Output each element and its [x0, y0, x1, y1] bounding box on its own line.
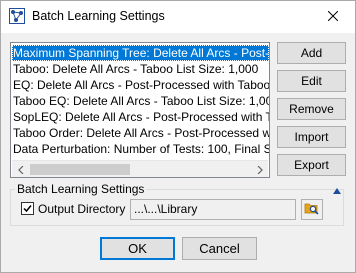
cancel-button[interactable]: Cancel	[182, 237, 257, 260]
scroll-right-button[interactable]	[251, 161, 268, 177]
app-network-icon	[9, 8, 25, 24]
folder-search-icon	[304, 201, 320, 218]
export-button[interactable]: Export	[277, 154, 346, 176]
triangle-up-icon[interactable]	[332, 184, 342, 194]
list-item[interactable]: SopLEQ: Delete All Arcs - Post-Processed…	[12, 109, 269, 125]
window-title: Batch Learning Settings	[32, 9, 165, 23]
scroll-thumb[interactable]	[30, 164, 130, 175]
list-item[interactable]: EQ: Delete All Arcs - Post-Processed wit…	[12, 77, 269, 93]
dialog-window: Batch Learning Settings Maximum Spanning…	[0, 0, 356, 273]
list-item[interactable]: Taboo: Delete All Arcs - Taboo List Size…	[12, 61, 269, 77]
ok-button[interactable]: OK	[100, 237, 175, 260]
output-directory-field[interactable]: ...\...\Library	[130, 199, 296, 220]
settings-group-title: Batch Learning Settings	[15, 182, 147, 196]
checkmark-icon	[23, 202, 32, 216]
close-button[interactable]	[311, 1, 355, 32]
close-icon	[327, 10, 339, 24]
list-item[interactable]: Maximum Spanning Tree: Delete All Arcs -…	[12, 45, 269, 61]
scroll-left-button[interactable]	[12, 161, 29, 177]
output-directory-label[interactable]: Output Directory	[38, 202, 125, 216]
chevron-left-icon	[17, 163, 24, 177]
list-item[interactable]: Data Perturbation: Number of Tests: 100,…	[12, 141, 269, 157]
import-button[interactable]: Import	[277, 126, 346, 148]
title-bar: Batch Learning Settings	[1, 1, 355, 33]
horizontal-scrollbar[interactable]	[12, 160, 268, 177]
chevron-right-icon	[257, 163, 263, 177]
list-item[interactable]: Taboo Order: Delete All Arcs - Post-Proc…	[12, 125, 269, 141]
algorithm-list[interactable]: Maximum Spanning Tree: Delete All Arcs -…	[10, 42, 270, 178]
add-button[interactable]: Add	[277, 42, 346, 64]
browse-folder-button[interactable]	[301, 199, 323, 220]
remove-button[interactable]: Remove	[277, 98, 346, 120]
list-item[interactable]: Taboo EQ: Delete All Arcs - Taboo List S…	[12, 93, 269, 109]
edit-button[interactable]: Edit	[277, 70, 346, 92]
output-directory-checkbox[interactable]	[21, 202, 34, 215]
